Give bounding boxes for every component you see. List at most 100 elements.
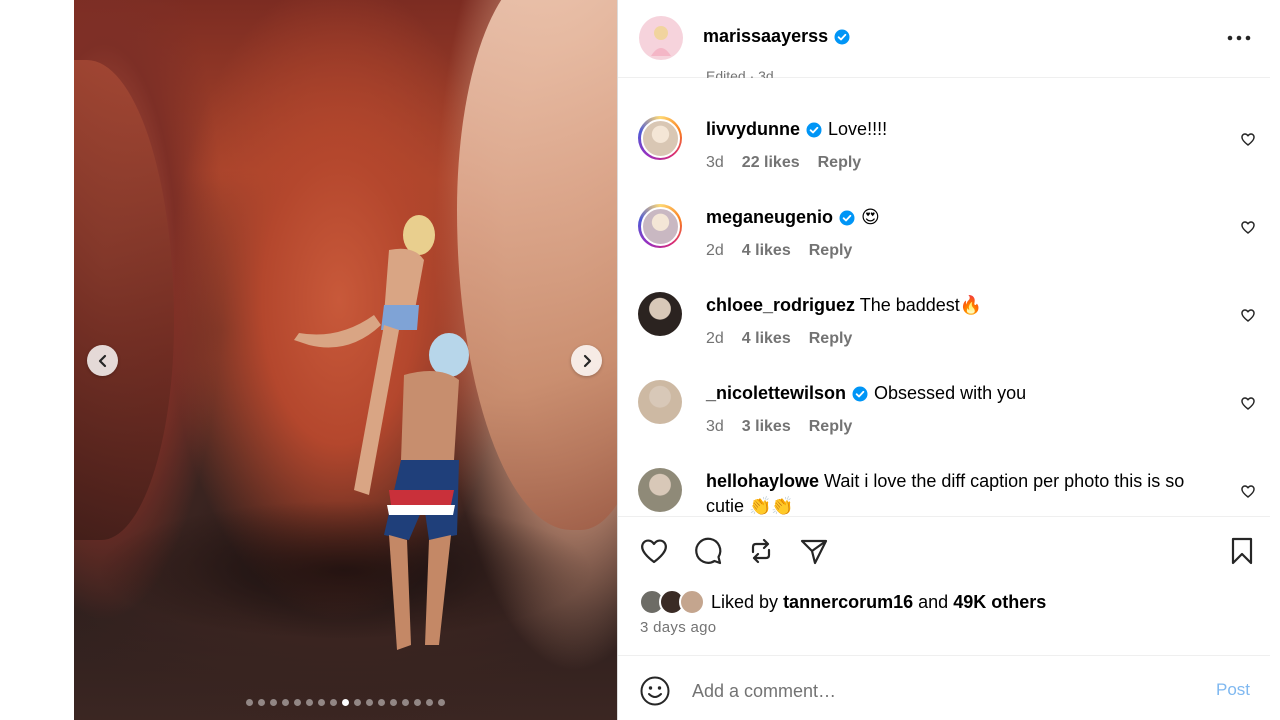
- comments-list[interactable]: livvydunne Love!!!! 3d 22 likes Reply meganeu…: [618, 78, 1270, 516]
- commenter-username[interactable]: livvydunne: [706, 119, 800, 139]
- comment-meta: 2d 4 likes Reply: [706, 330, 852, 348]
- reply-button[interactable]: Reply: [809, 242, 853, 260]
- ellipsis-icon: [1227, 35, 1251, 41]
- comment-time: 3d: [706, 418, 724, 435]
- comment-time: 2d: [706, 242, 724, 259]
- comment-time: 2d: [706, 330, 724, 347]
- comment-body: hellohaylowe Wait i love the diff captio…: [706, 469, 1206, 516]
- author-username-text[interactable]: marissaayerss: [703, 26, 828, 46]
- emoji-smiley-icon[interactable]: [639, 675, 671, 707]
- comment-item: hellohaylowe Wait i love the diff captio…: [618, 468, 1270, 516]
- carousel-dot: [306, 699, 313, 706]
- comment-like-heart-icon[interactable]: [1240, 395, 1256, 411]
- carousel-dot: [282, 699, 289, 706]
- commenter-avatar[interactable]: [638, 468, 682, 512]
- canyon-wall-right: [457, 0, 617, 530]
- liked-by-user[interactable]: tannercorum16: [783, 592, 913, 613]
- carousel-dot: [342, 699, 349, 706]
- carousel-dot: [426, 699, 433, 706]
- commenter-username[interactable]: meganeugenio: [706, 207, 833, 227]
- carousel-dot: [366, 699, 373, 706]
- carousel-dot: [438, 699, 445, 706]
- commenter-avatar[interactable]: [638, 292, 682, 336]
- comment-like-heart-icon[interactable]: [1240, 131, 1256, 147]
- comment-item: chloee_rodriguez The baddest🔥 2d 4 likes Re…: [618, 292, 1270, 380]
- comment-body: chloee_rodriguez The baddest🔥: [706, 293, 1206, 318]
- carousel-dot: [318, 699, 325, 706]
- carousel-dot: [270, 699, 277, 706]
- post-timestamp[interactable]: 3 days ago: [640, 619, 716, 636]
- carousel-indicator: [74, 699, 617, 706]
- comment-likes[interactable]: 4 likes: [742, 242, 791, 260]
- carousel-dot: [414, 699, 421, 706]
- share-paper-plane-icon[interactable]: [798, 535, 830, 567]
- chevron-left-icon: [98, 354, 106, 367]
- carousel-dot: [354, 699, 361, 706]
- commenter-avatar-image: [640, 206, 680, 246]
- add-comment-bar: Post: [618, 655, 1270, 720]
- comment-likes[interactable]: 22 likes: [742, 154, 800, 172]
- author-avatar[interactable]: [639, 16, 683, 60]
- verified-badge-icon: [834, 29, 850, 45]
- carousel-dot: [390, 699, 397, 706]
- comment-text: The baddest🔥: [859, 295, 983, 315]
- previous-photo-button[interactable]: [87, 345, 118, 376]
- comment-bubble-icon[interactable]: [692, 535, 724, 567]
- liked-by-row: Liked by tannercorum16 and 49K others: [639, 589, 1046, 615]
- liked-by-prefix: Liked by: [711, 591, 779, 612]
- comment-item: livvydunne Love!!!! 3d 22 likes Reply: [618, 116, 1270, 204]
- comment-likes[interactable]: 4 likes: [742, 330, 791, 348]
- comment-item: meganeugenio 😍 2d 4 likes Reply: [618, 204, 1270, 292]
- comment-text: 😍: [861, 207, 880, 227]
- author-username[interactable]: marissaayerss: [703, 26, 850, 47]
- carousel-dot: [258, 699, 265, 706]
- comment-text: Love!!!!: [828, 119, 888, 139]
- next-photo-button[interactable]: [571, 345, 602, 376]
- commenter-avatar[interactable]: [638, 116, 682, 160]
- reply-button[interactable]: Reply: [818, 154, 862, 172]
- commenter-username[interactable]: chloee_rodriguez: [706, 295, 855, 315]
- commenter-avatar-image: [640, 118, 680, 158]
- comment-body: livvydunne Love!!!!: [706, 117, 1206, 142]
- reply-button[interactable]: Reply: [809, 330, 853, 348]
- reply-button[interactable]: Reply: [809, 418, 853, 436]
- comment-like-heart-icon[interactable]: [1240, 219, 1256, 235]
- liker-avatars: [639, 589, 707, 615]
- carousel-dot: [330, 699, 337, 706]
- canyon-wall-left: [74, 60, 174, 540]
- post-media[interactable]: [74, 0, 617, 720]
- commenter-username[interactable]: hellohaylowe: [706, 471, 819, 491]
- comment-body: meganeugenio 😍: [706, 205, 1206, 230]
- carousel-dot: [246, 699, 253, 706]
- post-header: marissaayerss Edited · 3d: [618, 0, 1270, 78]
- comment-item: _nicolettewilson Obsessed with you 3d 3 lik…: [618, 380, 1270, 468]
- post-side-panel: marissaayerss Edited · 3d livvydunne Love…: [617, 0, 1270, 720]
- commenter-avatar[interactable]: [638, 380, 682, 424]
- comment-text: Obsessed with you: [874, 383, 1027, 403]
- comment-like-heart-icon[interactable]: [1240, 307, 1256, 323]
- post-actions: Liked by tannercorum16 and 49K others 3 …: [618, 516, 1270, 656]
- caption-edited-line: Edited · 3d: [706, 68, 774, 78]
- post-comment-button[interactable]: Post: [1216, 680, 1250, 700]
- comment-like-heart-icon[interactable]: [1240, 483, 1256, 499]
- comment-input[interactable]: [692, 678, 1172, 704]
- like-heart-icon[interactable]: [638, 535, 670, 567]
- commenter-username[interactable]: _nicolettewilson: [706, 383, 846, 403]
- liker-avatar: [679, 589, 705, 615]
- carousel-dot: [378, 699, 385, 706]
- repost-icon[interactable]: [745, 535, 777, 567]
- commenter-avatar-image: [638, 380, 682, 424]
- more-options-button[interactable]: [1218, 26, 1260, 50]
- comment-meta: 3d 3 likes Reply: [706, 418, 852, 436]
- save-bookmark-icon[interactable]: [1226, 535, 1258, 567]
- verified-badge-icon: [839, 210, 855, 226]
- comment-likes[interactable]: 3 likes: [742, 418, 791, 436]
- commenter-avatar-image: [638, 468, 682, 512]
- comment-meta: 3d 22 likes Reply: [706, 154, 861, 172]
- carousel-dot: [402, 699, 409, 706]
- commenter-avatar[interactable]: [638, 204, 682, 248]
- verified-badge-icon: [852, 386, 868, 402]
- commenter-avatar-image: [638, 292, 682, 336]
- liked-by-and: and: [918, 591, 949, 612]
- liked-by-others[interactable]: 49K others: [953, 592, 1046, 613]
